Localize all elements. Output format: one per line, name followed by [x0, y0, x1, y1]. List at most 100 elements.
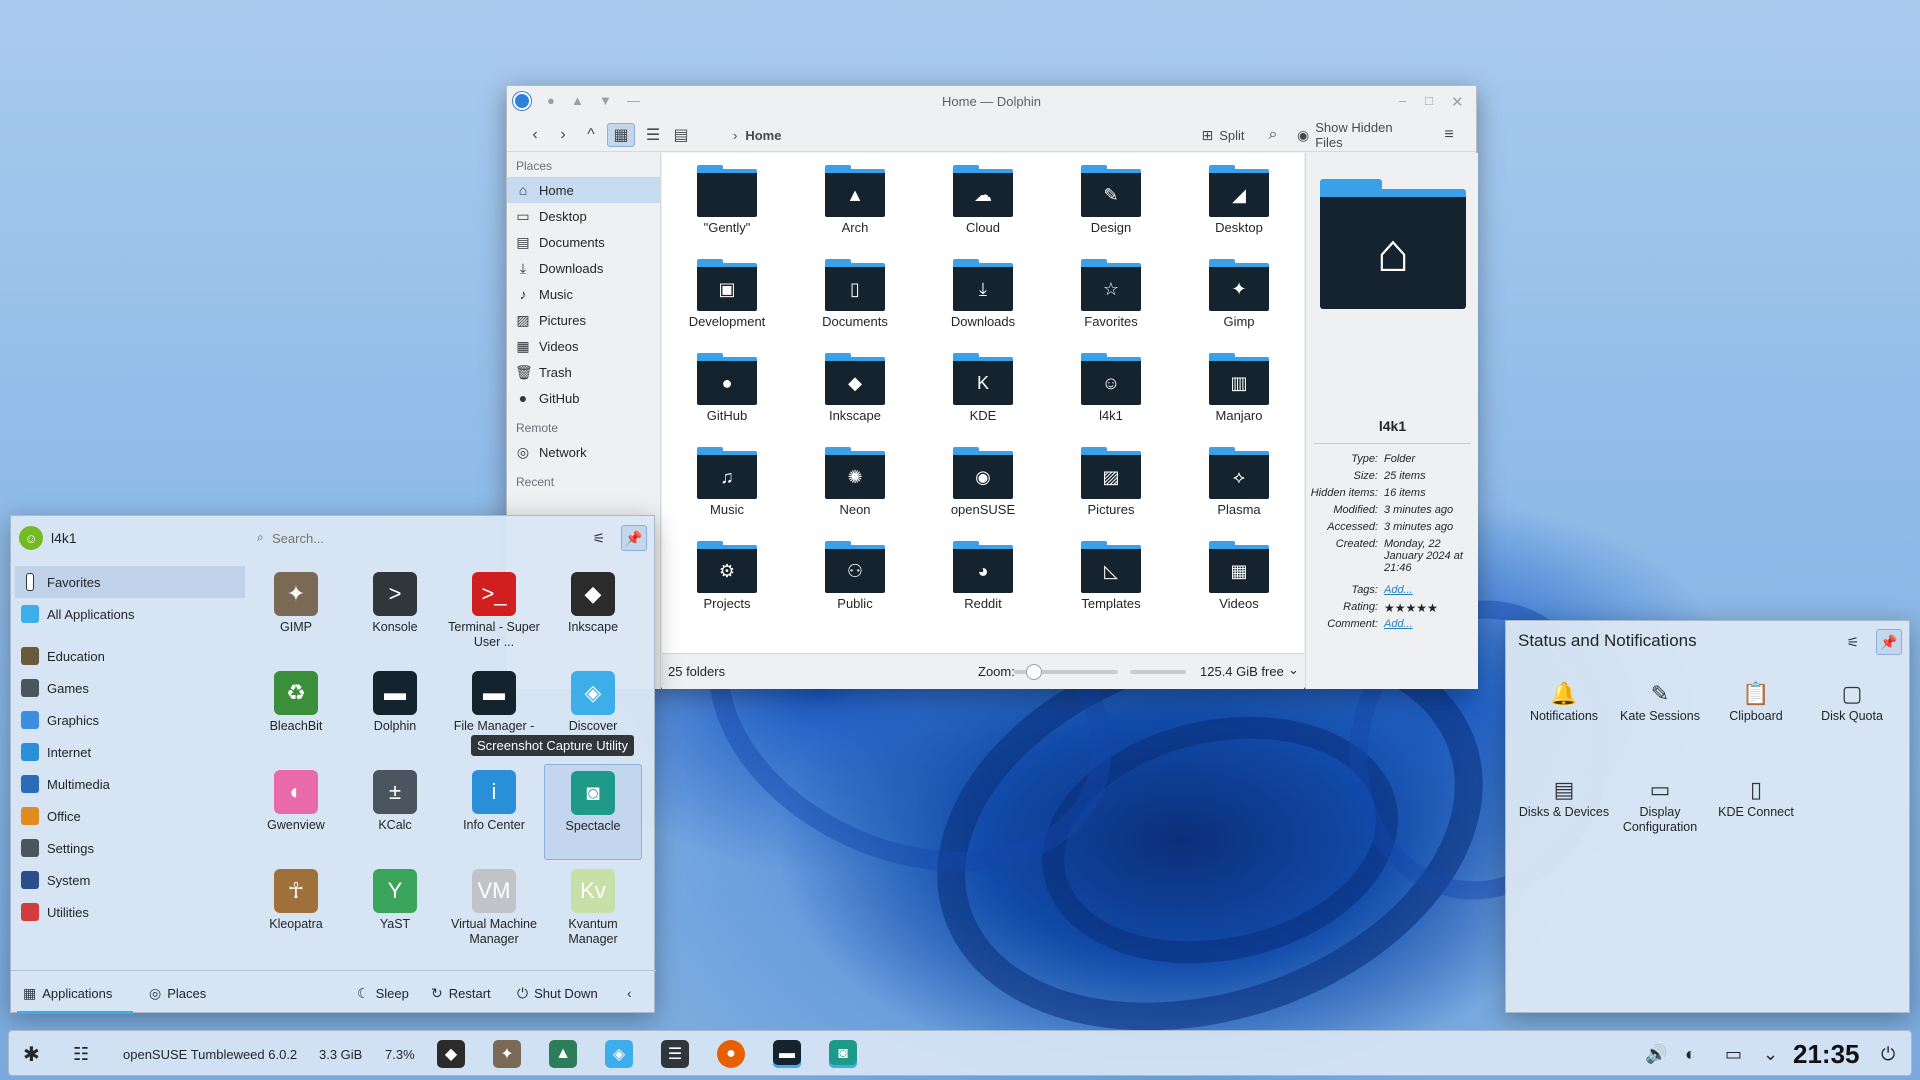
back-button[interactable]: ‹	[523, 123, 547, 147]
category-favorites[interactable]: Favorites	[15, 566, 245, 598]
status-item[interactable]: ✎ Kate Sessions	[1612, 681, 1708, 724]
launcher-button[interactable]: ✱	[23, 1031, 40, 1077]
places-item-trash[interactable]: 🗑 Trash	[507, 359, 660, 385]
status-item[interactable]: ▭ Display Configuration	[1612, 777, 1708, 835]
dolphin-task-icon[interactable]: ▬	[773, 1040, 801, 1068]
gimp-task-icon[interactable]: ✦	[493, 1040, 521, 1068]
inkscape-task-icon[interactable]: ◆	[437, 1040, 465, 1068]
search-input[interactable]	[256, 526, 581, 550]
breadcrumb-home[interactable]: Home	[745, 128, 781, 143]
status-item[interactable]: ▢ Disk Quota	[1804, 681, 1900, 724]
tags-add-link[interactable]: Add...	[1384, 584, 1479, 596]
rating-stars[interactable]: ★★★★★	[1384, 601, 1479, 615]
category-all-applications[interactable]: All Applications	[15, 598, 245, 630]
folder-item[interactable]: ⚇ Public	[800, 541, 910, 633]
app-item[interactable]: ✦ GIMP	[247, 566, 345, 662]
more-button[interactable]: ‹	[627, 985, 638, 1001]
shutdown-button[interactable]: ⏻ Shut Down	[517, 985, 598, 1002]
app-item[interactable]: >_ Terminal - Super User ...	[445, 566, 543, 662]
pin-button[interactable]: 📌	[1876, 629, 1902, 655]
status-item[interactable]: ▤ Disks & Devices	[1516, 777, 1612, 820]
keep-above-icon[interactable]: ▲	[571, 93, 584, 108]
discover-task-icon[interactable]: ◈	[605, 1040, 633, 1068]
places-item-videos[interactable]: ▦ Videos	[507, 333, 660, 359]
close-button[interactable]: ✕	[1451, 93, 1464, 111]
minimize-button[interactable]: –	[1399, 93, 1406, 108]
folder-item[interactable]: ◢ Desktop	[1184, 165, 1294, 257]
folder-item[interactable]: ▨ Pictures	[1056, 447, 1166, 539]
places-item-downloads[interactable]: ⤓ Downloads	[507, 255, 660, 281]
folder-item[interactable]: ☺ l4k1	[1056, 353, 1166, 445]
places-item-pictures[interactable]: ▨ Pictures	[507, 307, 660, 333]
places-item-documents[interactable]: ▤ Documents	[507, 229, 660, 255]
avatar[interactable]: ☺	[19, 526, 43, 550]
chevron-down-icon[interactable]: ⌄	[1288, 662, 1299, 678]
folder-item[interactable]: ✎ Design	[1056, 165, 1166, 257]
category-graphics[interactable]: Graphics	[15, 704, 245, 736]
night-light-icon[interactable]: ◐	[1685, 1031, 1696, 1077]
folder-item[interactable]: ◆ Inkscape	[800, 353, 910, 445]
places-tab[interactable]: ◎ Places	[149, 985, 206, 1002]
firefox-task-icon[interactable]: ●	[717, 1040, 745, 1068]
zoom-slider[interactable]	[1014, 664, 1118, 680]
star-icon[interactable]: ★	[1406, 601, 1417, 615]
app-item[interactable]: VM Virtual Machine Manager	[445, 863, 543, 959]
star-icon[interactable]: ★	[1384, 601, 1395, 615]
details-view-button[interactable]: ▤	[669, 123, 693, 147]
places-item-music[interactable]: ♪ Music	[507, 281, 660, 307]
system-settings-task-icon[interactable]: ☰	[661, 1040, 689, 1068]
folder-item[interactable]: ☆ Favorites	[1056, 259, 1166, 351]
breadcrumb[interactable]: › Home	[733, 123, 793, 147]
hamburger-menu-button[interactable]: ≡	[1437, 123, 1461, 147]
folder-item[interactable]: ▦ Videos	[1184, 541, 1294, 633]
folder-item[interactable]: ⟡ Plasma	[1184, 447, 1294, 539]
folder-item[interactable]: K KDE	[928, 353, 1038, 445]
power-icon[interactable]: ⏻	[1881, 1031, 1895, 1077]
app-item[interactable]: ♻ BleachBit	[247, 665, 345, 761]
expand-tray-icon[interactable]: ⌄	[1763, 1031, 1778, 1077]
folder-item[interactable]: ● GitHub	[672, 353, 782, 445]
clock[interactable]: 21:35	[1793, 1039, 1860, 1070]
category-system[interactable]: System	[15, 864, 245, 896]
forward-button[interactable]: ›	[551, 123, 575, 147]
folder-item[interactable]: ⤓ Downloads	[928, 259, 1038, 351]
maximize-button[interactable]: □	[1425, 93, 1433, 108]
status-item[interactable]: ▯ KDE Connect	[1708, 777, 1804, 820]
folder-item[interactable]: ▯ Documents	[800, 259, 910, 351]
folder-item[interactable]: ▣ Development	[672, 259, 782, 351]
places-item-desktop[interactable]: ▭ Desktop	[507, 203, 660, 229]
configure-button[interactable]: ⚟	[1840, 629, 1866, 655]
app-item[interactable]: > Konsole	[346, 566, 444, 662]
dolphin-app-icon[interactable]	[513, 92, 531, 110]
folder-item[interactable]: ▥ Manjaro	[1184, 353, 1294, 445]
spectacle-task-icon[interactable]: ◙	[829, 1040, 857, 1068]
folder-item[interactable]: ◕ Reddit	[928, 541, 1038, 633]
category-games[interactable]: Games	[15, 672, 245, 704]
display-icon[interactable]: ▭	[1725, 1031, 1742, 1077]
pager-button[interactable]: ☷	[73, 1031, 89, 1077]
category-settings[interactable]: Settings	[15, 832, 245, 864]
status-item[interactable]: 🔔 Notifications	[1516, 681, 1612, 724]
folder-item[interactable]: ⚙ Projects	[672, 541, 782, 633]
folder-item[interactable]: ◉ openSUSE	[928, 447, 1038, 539]
restart-button[interactable]: ↻ Restart	[431, 985, 491, 1002]
split-button[interactable]: ⊞ Split	[1195, 123, 1251, 147]
app-item[interactable]: ± KCalc	[346, 764, 444, 860]
pin-button[interactable]: 📌	[621, 525, 647, 551]
places-item-github[interactable]: ● GitHub	[507, 385, 660, 411]
icons-view-button[interactable]: ▦	[607, 123, 635, 147]
places-item-home[interactable]: ⌂ Home	[507, 177, 660, 203]
star-icon[interactable]: ★	[1427, 601, 1438, 615]
folder-item[interactable]: ♫ Music	[672, 447, 782, 539]
app-item[interactable]: i Info Center	[445, 764, 543, 860]
folder-item[interactable]: ☁ Cloud	[928, 165, 1038, 257]
folder-item[interactable]: ◺ Templates	[1056, 541, 1166, 633]
folder-item[interactable]: ✺ Neon	[800, 447, 910, 539]
category-education[interactable]: Education	[15, 640, 245, 672]
app-item[interactable]: ◙ Spectacle	[544, 764, 642, 860]
configure-button[interactable]: ⚟	[586, 525, 612, 551]
category-internet[interactable]: Internet	[15, 736, 245, 768]
up-button[interactable]: ^	[579, 123, 603, 147]
category-utilities[interactable]: Utilities	[15, 896, 245, 928]
shade-icon[interactable]: —	[627, 93, 640, 108]
